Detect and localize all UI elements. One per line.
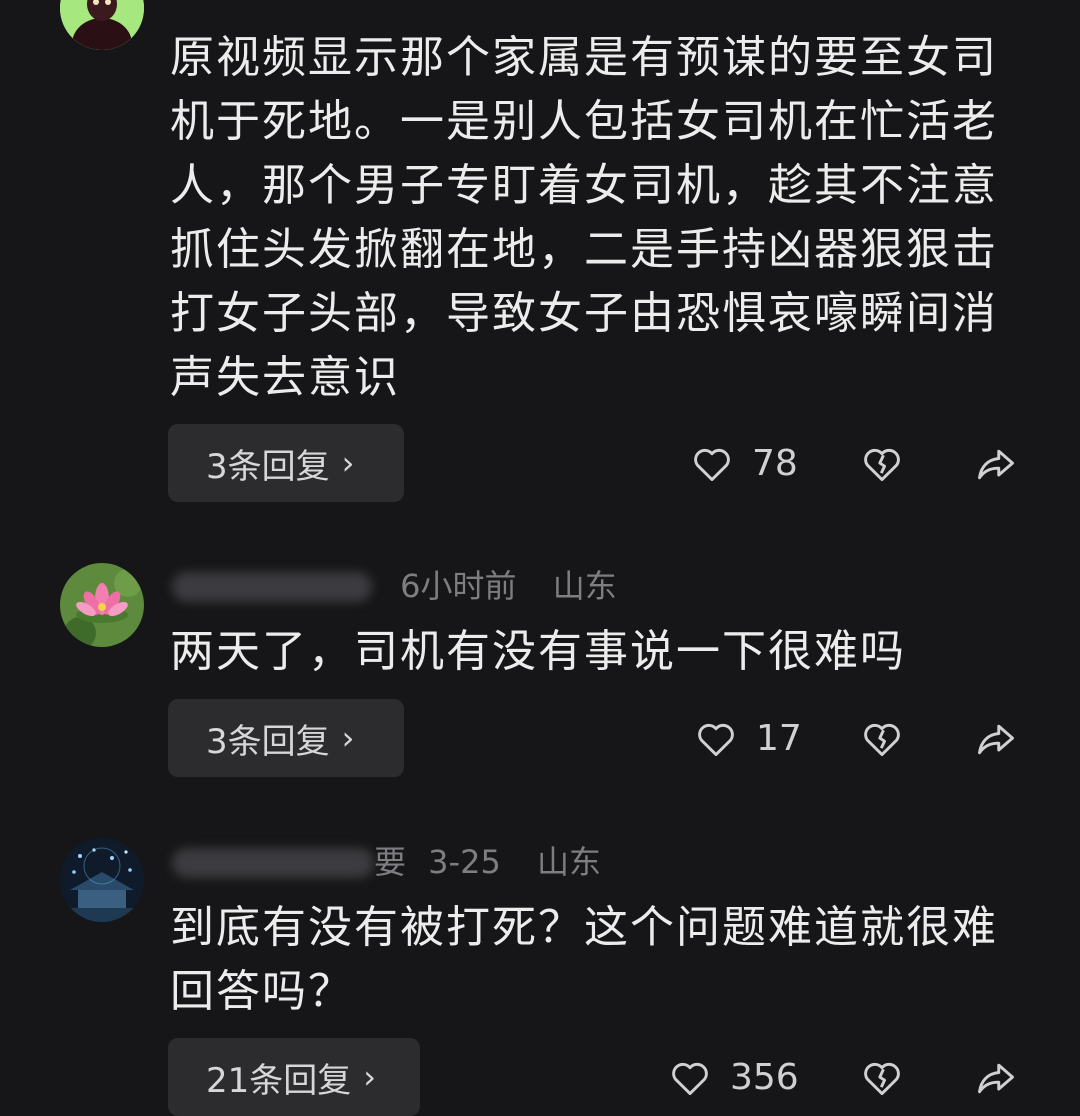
- heart-outline-icon[interactable]: [690, 442, 734, 486]
- comment-meta: [172, 0, 190, 18]
- comment-time: 3-25: [428, 843, 501, 881]
- comment-location: 山东: [536, 843, 601, 881]
- share-arrow-icon[interactable]: [974, 442, 1018, 486]
- avatar[interactable]: [60, 0, 144, 50]
- lotus-avatar-icon: [60, 563, 144, 647]
- comment-actions: 17: [0, 709, 1080, 769]
- username[interactable]: [172, 566, 372, 606]
- comment-text: 原视频显示那个家属是有预谋的要至女司机于死地。一是别人包括女司机在忙活老人，那个…: [170, 32, 998, 403]
- comment-item: 原视频显示那个家属是有预谋的要至女司机于死地。一是别人包括女司机在忙活老人，那个…: [0, 0, 1080, 520]
- comment-meta: 要 3-25 山东: [172, 842, 601, 882]
- broken-heart-icon[interactable]: [860, 717, 904, 761]
- comment-actions: 78: [0, 434, 1080, 494]
- share-arrow-icon[interactable]: [974, 1056, 1018, 1100]
- comment-item: 要 3-25 山东 到底有没有被打死？这个问题难道就很难回答吗？ 21条回复 ›…: [0, 836, 1080, 1116]
- comment-item: 6小时前 山东 两天了，司机有没有事说一下很难吗 3条回复 › 17: [0, 560, 1080, 790]
- comment-meta: 6小时前 山东: [172, 566, 617, 606]
- heart-outline-icon[interactable]: [668, 1056, 712, 1100]
- like-count: 356: [730, 1057, 799, 1098]
- avatar[interactable]: [60, 563, 144, 647]
- avatar[interactable]: [60, 838, 144, 922]
- broken-heart-icon[interactable]: [860, 1056, 904, 1100]
- username[interactable]: 要: [172, 842, 406, 882]
- dark-figure-avatar-icon: [60, 0, 144, 50]
- username-redaction: [172, 848, 374, 878]
- broken-heart-icon[interactable]: [860, 442, 904, 486]
- comment-text: 到底有没有被打死？这个问题难道就很难回答吗？: [170, 902, 998, 1017]
- share-arrow-icon[interactable]: [974, 717, 1018, 761]
- heart-outline-icon[interactable]: [694, 717, 738, 761]
- comment-actions: 356: [0, 1048, 1080, 1108]
- comment-location: 山东: [552, 567, 617, 605]
- comment-time: 6小时前: [400, 567, 517, 605]
- night-lights-avatar-icon: [60, 838, 144, 922]
- like-count: 17: [756, 718, 802, 759]
- username-visible-suffix: 要: [373, 843, 406, 881]
- comment-text: 两天了，司机有没有事说一下很难吗: [170, 626, 906, 677]
- like-count: 78: [752, 443, 798, 484]
- username-redaction: [172, 572, 372, 602]
